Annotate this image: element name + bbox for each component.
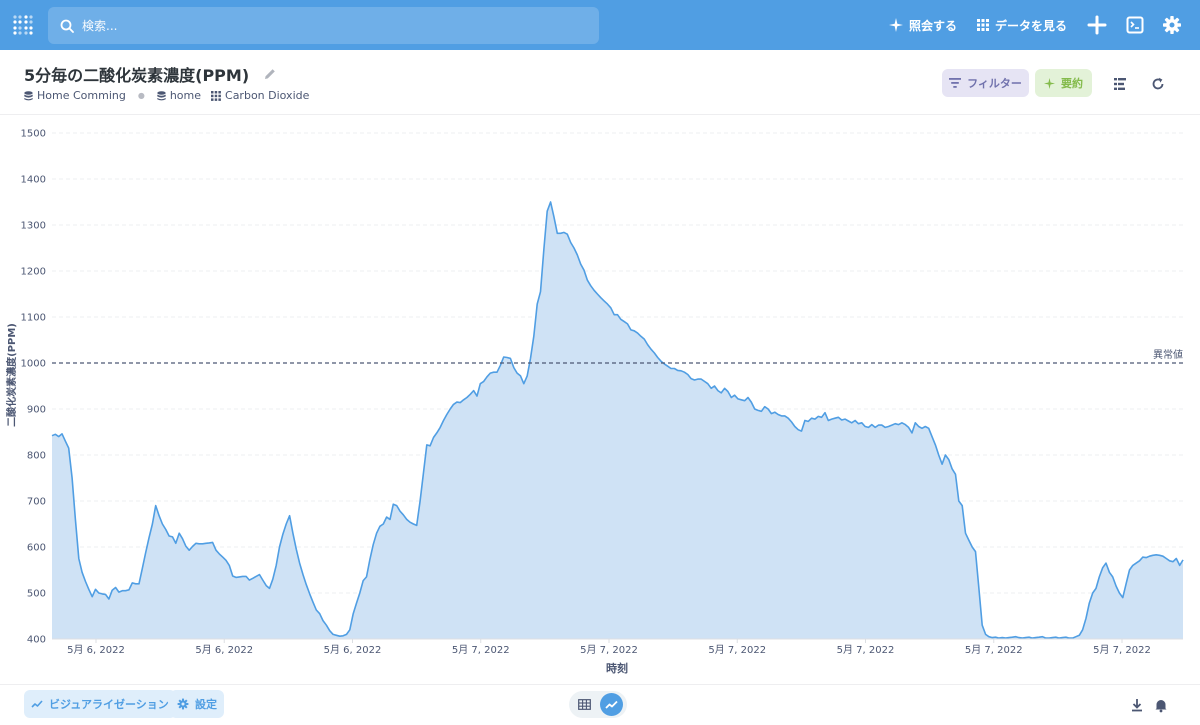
metabase-logo-icon[interactable] xyxy=(12,14,34,36)
chart-y-tick-label: 1500 xyxy=(21,129,46,140)
chart-x-tick-label: 5月 6, 2022 xyxy=(324,644,382,656)
question-header: 5分毎の二酸化炭素濃度(PPM) xyxy=(24,62,277,86)
sparkle-icon xyxy=(889,18,903,32)
chart-y-tick-label: 800 xyxy=(27,451,46,462)
chart-x-tick-label: 5月 7, 2022 xyxy=(580,644,638,656)
browse-data-label: データを見る xyxy=(995,18,1068,33)
database-icon xyxy=(24,90,33,100)
chart-x-tick-label: 5月 6, 2022 xyxy=(67,644,125,656)
co2-area-chart: 400 500 600 700 800 900 1000 1100 1200 1300 1400 15… xyxy=(5,129,1184,675)
filter-button-label: フィルター xyxy=(967,77,1022,90)
settings-button[interactable]: 設定 xyxy=(170,690,224,718)
summarize-button[interactable]: 要約 xyxy=(1035,69,1092,97)
chart-x-tick-label: 5月 7, 2022 xyxy=(965,644,1023,656)
chart-view-toggle[interactable] xyxy=(600,693,623,716)
chart-y-axis: 400 500 600 700 800 900 1000 1100 1200 1300 1400 15… xyxy=(21,129,46,646)
summarize-button-label: 要約 xyxy=(1061,77,1083,90)
chart-x-tick-label: 5月 7, 2022 xyxy=(452,644,510,656)
breadcrumb-separator: ● xyxy=(137,91,145,100)
search-icon xyxy=(60,19,74,33)
sparkle-icon xyxy=(1044,77,1055,89)
chart-y-tick-label: 400 xyxy=(27,635,46,646)
chart-x-axis: 5月 6, 2022 5月 6, 2022 5月 6, 2022 5月 7, 2022… xyxy=(67,639,1151,656)
filter-button[interactable]: フィルター xyxy=(942,69,1029,97)
table-view-toggle[interactable] xyxy=(573,693,596,716)
chart-y-axis-title: 二酸化炭素濃度(PPM) xyxy=(5,323,18,427)
chart-x-axis-title: 時刻 xyxy=(606,661,628,675)
breadcrumb-collection-label: Home Comming xyxy=(37,89,126,102)
chart-x-tick-label: 5月 7, 2022 xyxy=(708,644,766,656)
visualization-button[interactable]: ビジュアライゼーション xyxy=(24,690,176,718)
plus-icon[interactable] xyxy=(1087,15,1107,35)
chart-y-tick-label: 500 xyxy=(27,589,46,600)
top-navigation-bar: 照会する データを見る xyxy=(0,0,1200,50)
breadcrumb: Home Comming ● home Carbon Dioxide xyxy=(24,89,309,102)
visualization-label: ビジュアライゼーション xyxy=(49,698,169,711)
page-title[interactable]: 5分毎の二酸化炭素濃度(PPM) xyxy=(24,62,249,86)
browse-data-button[interactable]: データを見る xyxy=(977,0,1067,50)
line-chart-icon xyxy=(31,700,43,708)
chart-x-tick-label: 5月 6, 2022 xyxy=(195,644,253,656)
gear-icon xyxy=(177,698,189,710)
breadcrumb-table[interactable]: Carbon Dioxide xyxy=(211,89,309,102)
refresh-icon[interactable] xyxy=(1150,76,1166,92)
gear-icon[interactable] xyxy=(1162,15,1182,35)
sql-editor-icon[interactable] xyxy=(1125,15,1145,35)
table-grid-icon xyxy=(211,90,221,101)
table-icon xyxy=(578,699,591,710)
chart-y-tick-label: 1000 xyxy=(21,359,46,370)
search-bar[interactable] xyxy=(48,7,599,44)
chart-y-tick-label: 1400 xyxy=(21,175,46,186)
chart-y-tick-label: 700 xyxy=(27,497,46,508)
new-question-button[interactable]: 照会する xyxy=(889,0,957,50)
chart-y-tick-label: 1100 xyxy=(21,313,46,324)
breadcrumb-table-label: Carbon Dioxide xyxy=(225,89,310,102)
chart-x-tick-label: 5月 7, 2022 xyxy=(837,644,895,656)
search-input[interactable] xyxy=(82,18,562,33)
line-chart-icon xyxy=(605,700,618,709)
breadcrumb-collection[interactable]: Home Comming xyxy=(24,89,126,102)
new-question-label: 照会する xyxy=(909,18,958,33)
chart-x-tick-label: 5月 7, 2022 xyxy=(1093,644,1151,656)
bell-icon[interactable] xyxy=(1153,697,1169,713)
grid-icon xyxy=(977,19,989,31)
settings-label: 設定 xyxy=(195,698,217,711)
chart-y-tick-label: 1200 xyxy=(21,267,46,278)
database-icon xyxy=(157,90,166,100)
chart-area-fill xyxy=(52,202,1183,639)
view-toggle xyxy=(569,691,627,718)
notebook-editor-icon[interactable] xyxy=(1112,76,1128,92)
chart-y-tick-label: 1300 xyxy=(21,221,46,232)
download-icon[interactable] xyxy=(1129,697,1145,713)
pencil-icon[interactable] xyxy=(263,67,277,81)
footer-divider xyxy=(0,684,1200,685)
breadcrumb-schema[interactable]: home xyxy=(157,89,201,102)
chart-goal-label: 異常値 xyxy=(1153,348,1183,361)
breadcrumb-schema-label: home xyxy=(169,89,202,102)
filter-icon xyxy=(949,78,962,88)
chart-y-tick-label: 600 xyxy=(27,543,46,554)
chart-y-tick-label: 900 xyxy=(27,405,46,416)
